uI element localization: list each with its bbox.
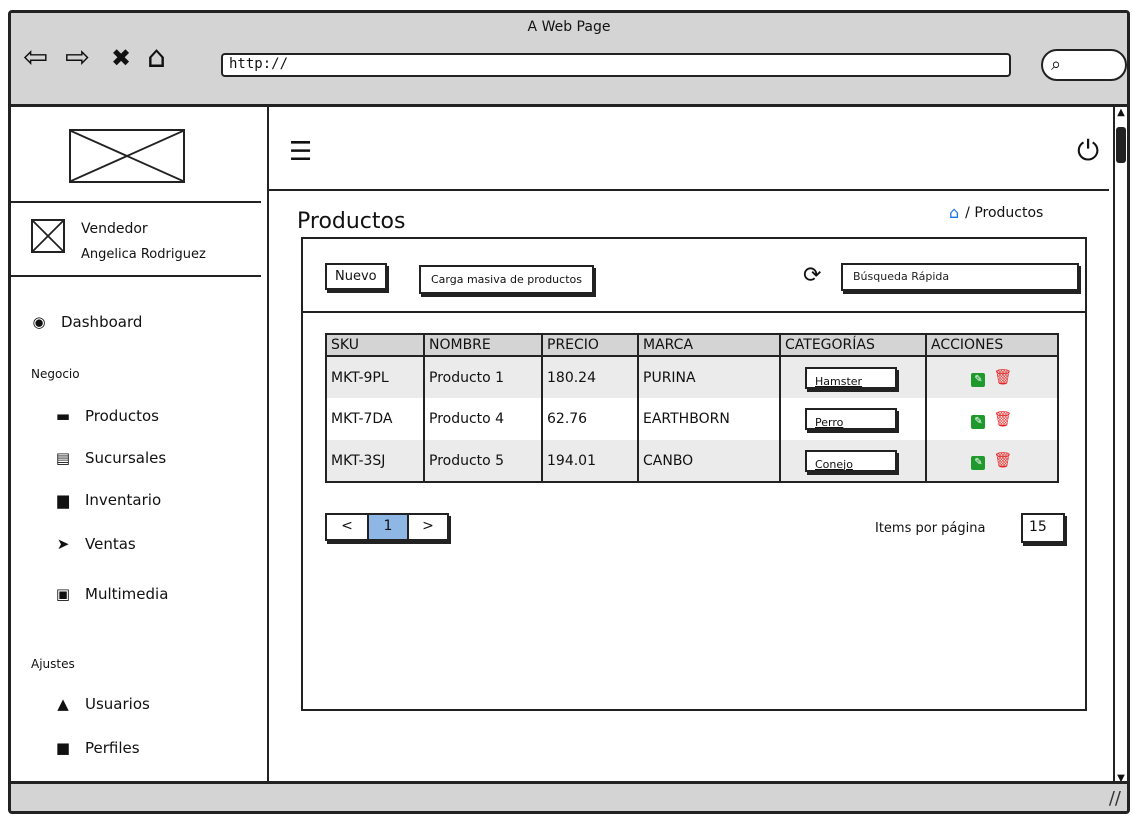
sidebar-item-label: Dashboard [61,313,143,331]
table-row: MKT-9PL Producto 1 180.24 PURINA Hamster… [326,356,1058,398]
sidebar-item-label: Ventas [85,535,136,553]
items-per-page-label: Items por página [875,521,986,536]
sidebar-item-multimedia[interactable]: ▣ Multimedia [55,585,168,603]
cell-nombre: Producto 5 [423,440,542,482]
url-input[interactable]: http:// [221,53,1011,77]
sidebar-item-inventario[interactable]: ▆ Inventario [55,491,161,509]
forward-icon[interactable]: ⇨ [65,43,90,73]
page-button-current[interactable]: 1 [367,515,407,539]
cell-marca: CANBO [637,440,780,482]
resize-grip-icon[interactable]: // [1109,788,1121,809]
avatar [31,219,65,253]
cell-marca: EARTHBORN [637,398,780,440]
panel-divider [303,311,1085,313]
next-page-button[interactable]: > [407,515,447,539]
sidebar-item-usuarios[interactable]: ▲ Usuarios [55,695,150,713]
logo-placeholder [69,129,185,183]
column-header: ACCIONES [925,334,1058,357]
power-icon[interactable]: ⏻ [1077,137,1099,165]
sidebar-item-ventas[interactable]: ➤ Ventas [55,535,136,553]
new-button[interactable]: Nuevo [325,263,387,290]
trash-icon[interactable]: 🗑 [993,368,1012,386]
bulk-upload-button[interactable]: Carga masiva de productos [419,265,594,294]
edit-icon[interactable]: ✎ [971,414,986,429]
table-row: MKT-7DA Producto 4 62.76 EARTHBORN Perro… [326,398,1058,440]
home-icon[interactable]: ⌂ [147,43,166,73]
column-header: PRECIO [541,334,638,357]
column-header: SKU [326,334,424,357]
products-panel: Nuevo Carga masiva de productos ⟳ Búsque… [301,237,1087,711]
sidebar-divider [11,201,261,203]
sidebar-item-label: Usuarios [85,695,150,713]
building-icon: ▤ [55,449,71,467]
user-name: Angelica Rodriguez [81,247,206,262]
prev-page-button[interactable]: < [327,515,367,539]
page-title: Productos [297,209,406,234]
sidebar-item-label: Multimedia [85,585,169,603]
briefcase-icon: ▬ [55,407,71,425]
cell-sku: MKT-9PL [326,356,424,398]
pagination: < 1 > [325,513,449,541]
column-header: NOMBRE [423,334,542,357]
column-header: MARCA [637,334,780,357]
sidebar-item-label: Sucursales [85,449,167,467]
sidebar-item-label: Productos [85,407,159,425]
topbar-divider [269,189,1109,191]
archive-icon: ▆ [57,491,69,509]
items-per-page-input[interactable]: 15 [1021,513,1065,543]
trash-icon[interactable]: 🗑 [993,451,1012,469]
sidebar-item-sucursales[interactable]: ▤ Sucursales [55,449,166,467]
quick-search-input[interactable]: Búsqueda Rápida [841,263,1079,291]
table-row: MKT-3SJ Producto 5 194.01 CANBO Conejo ✎… [326,440,1058,482]
cell-precio: 62.76 [541,398,638,440]
edit-icon[interactable]: ✎ [971,373,986,387]
section-label-negocio: Negocio [31,367,80,381]
hamburger-menu-icon[interactable]: ☰ [289,139,312,165]
back-icon[interactable]: ⇦ [23,43,48,73]
cell-sku: MKT-7DA [331,411,393,427]
user-lock-icon: ▲ [57,695,69,713]
dashboard-icon: ◉ [32,313,46,331]
home-icon[interactable]: ⌂ [949,203,959,222]
image-icon: ▣ [55,585,71,603]
cell-precio: 180.24 [541,356,638,398]
vertical-scrollbar[interactable]: ▲ ▼ [1113,107,1127,787]
cell-sku: MKT-3SJ [326,440,424,482]
cell-nombre: Producto 4 [423,398,542,440]
cell-nombre: Producto 1 [423,356,542,398]
category-tag[interactable]: Conejo [805,449,897,472]
breadcrumb-current: / Productos [965,204,1044,221]
browser-titlebar: A Web Page ⇦ ⇨ ✖ ⌂ http:// ⌕ [11,13,1127,107]
sidebar-item-label: Perfiles [85,739,140,757]
products-table: SKU NOMBRE PRECIO MARCA CATEGORÍAS ACCIO… [325,333,1059,483]
cell-marca: PURINA [637,356,780,398]
refresh-icon[interactable]: ⟳ [803,263,821,288]
browser-search[interactable]: ⌕ [1041,49,1127,81]
table-header-row: SKU NOMBRE PRECIO MARCA CATEGORÍAS ACCIO… [326,334,1058,357]
column-header: CATEGORÍAS [779,334,926,357]
status-bar: // [11,781,1127,811]
section-label-ajustes: Ajustes [31,657,75,671]
window-title: A Web Page [527,19,611,35]
sidebar-item-productos[interactable]: ▬ Productos [55,407,159,425]
cell-precio: 194.01 [541,440,638,482]
category-tag[interactable]: Hamster [805,366,897,389]
paper-plane-icon: ➤ [56,535,70,553]
sidebar-item-label: Inventario [85,491,162,509]
category-tag[interactable]: Perro [805,408,897,430]
trash-icon[interactable]: 🗑 [993,410,1012,428]
browser-window: A Web Page ⇦ ⇨ ✖ ⌂ http:// ⌕ Vendedor An… [8,10,1130,814]
edit-icon[interactable]: ✎ [971,456,986,470]
lock-icon: ■ [55,739,71,757]
sidebar: Vendedor Angelica Rodriguez ◉ Dashboard … [11,107,269,787]
sidebar-divider [11,275,261,277]
search-icon: ⌕ [1051,54,1062,75]
user-role: Vendedor [81,221,148,237]
scroll-thumb[interactable] [1116,127,1126,163]
scroll-up-icon[interactable]: ▲ [1115,107,1127,121]
sidebar-item-dashboard[interactable]: ◉ Dashboard [31,313,142,331]
close-icon[interactable]: ✖ [111,43,131,73]
sidebar-item-perfiles[interactable]: ■ Perfiles [55,739,140,757]
breadcrumb: ⌂ / Productos [949,203,1043,222]
